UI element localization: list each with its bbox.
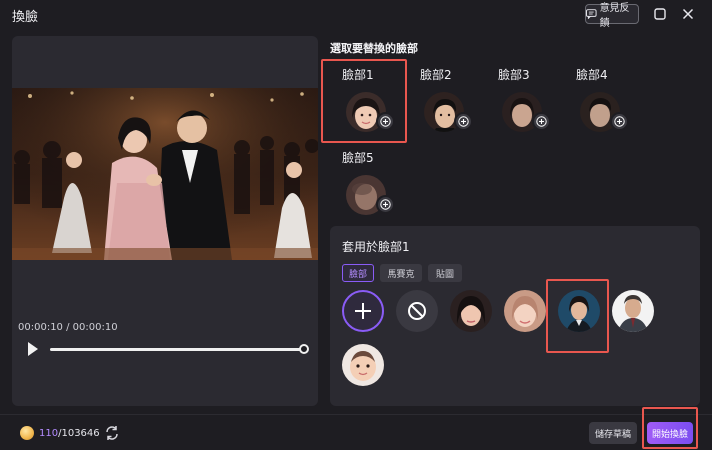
maximize-button[interactable]	[650, 4, 670, 24]
plus-icon	[614, 116, 625, 127]
maximize-icon	[654, 8, 666, 20]
face-label: 臉部2	[420, 68, 452, 82]
window-title: 換臉	[12, 10, 39, 25]
timecode: 00:00:10 / 00:00:10	[18, 322, 118, 333]
bottom-bar: 110/103646 儲存草稿 開始換臉	[0, 407, 712, 450]
add-face-option[interactable]	[342, 290, 384, 332]
close-button[interactable]	[678, 4, 698, 24]
start-face-swap-button[interactable]: 開始換臉	[647, 422, 693, 444]
select-faces-heading: 選取要替換的臉部	[330, 42, 418, 55]
face-4[interactable]: 臉部4	[564, 62, 634, 142]
plus-icon	[355, 303, 371, 319]
add-face-5-button[interactable]	[376, 195, 395, 214]
face-5[interactable]: 臉部5	[330, 145, 400, 225]
play-icon	[28, 342, 38, 356]
tab-face[interactable]: 臉部	[342, 264, 374, 282]
face-option-woman-light	[504, 290, 546, 332]
face-option-1[interactable]	[450, 290, 492, 332]
timeline-handle[interactable]	[299, 344, 309, 354]
face-label: 臉部4	[576, 68, 608, 82]
close-icon	[682, 8, 694, 20]
plus-icon	[380, 116, 391, 127]
save-draft-button[interactable]: 儲存草稿	[589, 422, 637, 444]
plus-icon	[380, 199, 391, 210]
credits-used: 110	[39, 427, 59, 439]
face-label: 臉部5	[342, 151, 374, 165]
face-option-man-suit	[612, 290, 654, 332]
apply-heading: 套用於臉部1	[342, 240, 410, 254]
refresh-button[interactable]	[104, 425, 120, 441]
refresh-icon	[106, 426, 118, 440]
feedback-label: 意見反饋	[599, 3, 630, 29]
face-option-woman-dark-hair	[450, 290, 492, 332]
credits-display: 110/103646	[20, 426, 100, 440]
play-button[interactable]	[26, 341, 40, 357]
face-option-woman-suit	[558, 290, 600, 332]
tab-sticker[interactable]: 貼圖	[428, 264, 462, 282]
video-preview-panel: 00:00:10 / 00:00:10	[12, 36, 318, 406]
add-face-4-button[interactable]	[610, 112, 629, 131]
face-option-3[interactable]	[558, 290, 600, 332]
face-3[interactable]: 臉部3	[486, 62, 556, 142]
face-option-5[interactable]	[342, 344, 384, 386]
face-label: 臉部3	[498, 68, 530, 82]
add-face-3-button[interactable]	[532, 112, 551, 131]
face-option-2[interactable]	[504, 290, 546, 332]
coin-icon	[20, 426, 34, 440]
no-replacement-option[interactable]	[396, 290, 438, 332]
plus-icon	[458, 116, 469, 127]
apply-panel: 套用於臉部1 臉部 馬賽克 貼圖	[330, 226, 700, 406]
feedback-icon	[586, 9, 597, 19]
face-2[interactable]: 臉部2	[408, 62, 478, 142]
credits-total: /103646	[58, 427, 100, 439]
timeline-track[interactable]	[50, 348, 304, 351]
face-option-4[interactable]	[612, 290, 654, 332]
tab-mosaic[interactable]: 馬賽克	[380, 264, 422, 282]
add-face-2-button[interactable]	[454, 112, 473, 131]
face-label: 臉部1	[342, 68, 374, 82]
add-face-1-button[interactable]	[376, 112, 395, 131]
video-frame	[12, 88, 318, 260]
title-bar: 換臉 意見反饋	[0, 0, 712, 29]
prohibited-icon	[408, 302, 426, 320]
plus-icon	[536, 116, 547, 127]
feedback-button[interactable]: 意見反饋	[585, 3, 639, 29]
face-option-baby	[342, 344, 384, 386]
face-1[interactable]: 臉部1	[330, 62, 400, 142]
